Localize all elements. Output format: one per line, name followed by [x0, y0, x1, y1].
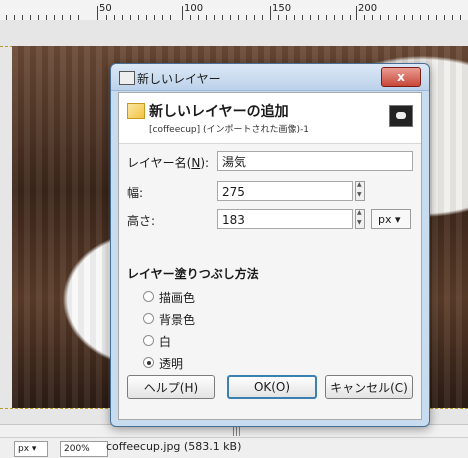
height-spin-button[interactable] — [355, 209, 365, 229]
layer-name-input[interactable]: 湯気 — [217, 151, 413, 171]
close-button[interactable]: x — [381, 67, 421, 87]
radio-background[interactable] — [143, 313, 154, 324]
width-input[interactable]: 275 — [217, 181, 353, 201]
radio-label-background: 背景色 — [159, 313, 196, 327]
radio-transparent[interactable] — [143, 357, 154, 368]
ok-button[interactable]: OK(O) — [227, 375, 317, 399]
radio-label-white: 白 — [159, 335, 172, 349]
unit-dropdown[interactable]: px ▾ — [371, 209, 411, 229]
dialog-body: 新しいレイヤーの追加 [coffeecup] (インポートされた画像)-1 レイ… — [118, 92, 422, 420]
image-thumbnail-icon — [389, 105, 413, 127]
dialog-title: 新しいレイヤー — [137, 72, 221, 86]
radio-label-transparent: 透明 — [159, 357, 184, 371]
dialog-buttons: ヘルプ(H) OK(O) キャンセル(C) — [127, 375, 413, 405]
dialog-header-title: 新しいレイヤーの追加 — [149, 104, 289, 120]
top-ruler: 50 100 150 200 — [0, 0, 468, 21]
fill-method-label: レイヤー塗りつぶし方法 — [127, 267, 259, 281]
radio-foreground[interactable] — [143, 291, 154, 302]
width-spin-button[interactable] — [355, 181, 365, 201]
dialog-titlebar[interactable]: 新しいレイヤー x — [111, 64, 429, 91]
new-layer-icon — [127, 103, 145, 119]
width-label: 幅: — [127, 186, 144, 200]
ruler-label-50: 50 — [99, 3, 112, 14]
ruler-label-150: 150 — [272, 3, 292, 14]
status-bar: px ▾ 200% coffeecup.jpg (583.1 kB) — [0, 437, 468, 458]
radio-label-foreground: 描画色 — [159, 291, 196, 305]
height-input[interactable]: 183 — [217, 209, 353, 229]
cancel-button[interactable]: キャンセル(C) — [325, 375, 413, 399]
dialog-header: 新しいレイヤーの追加 [coffeecup] (インポートされた画像)-1 — [119, 93, 421, 144]
width-row: 幅: 275 — [127, 181, 413, 203]
new-layer-dialog: 新しいレイヤー x 新しいレイヤーの追加 [coffeecup] (インポートさ… — [110, 63, 430, 427]
ruler-label-200: 200 — [358, 3, 378, 14]
file-info: coffeecup.jpg (583.1 kB) — [106, 440, 242, 453]
layer-name-label: レイヤー名(N): — [127, 156, 210, 170]
radio-white[interactable] — [143, 335, 154, 346]
unit-selector[interactable]: px ▾ — [14, 441, 48, 457]
height-label: 高さ: — [127, 214, 156, 228]
layer-icon — [119, 71, 135, 85]
scroll-grip-icon: ||| — [232, 427, 242, 437]
layer-name-row: レイヤー名(N): 湯気 — [127, 151, 413, 173]
help-button[interactable]: ヘルプ(H) — [127, 375, 215, 399]
zoom-field[interactable]: 200% — [60, 441, 108, 457]
ruler-label-100: 100 — [184, 3, 204, 14]
dialog-header-subtitle: [coffeecup] (インポートされた画像)-1 — [149, 125, 309, 135]
height-row: 高さ: 183 px ▾ — [127, 209, 413, 231]
